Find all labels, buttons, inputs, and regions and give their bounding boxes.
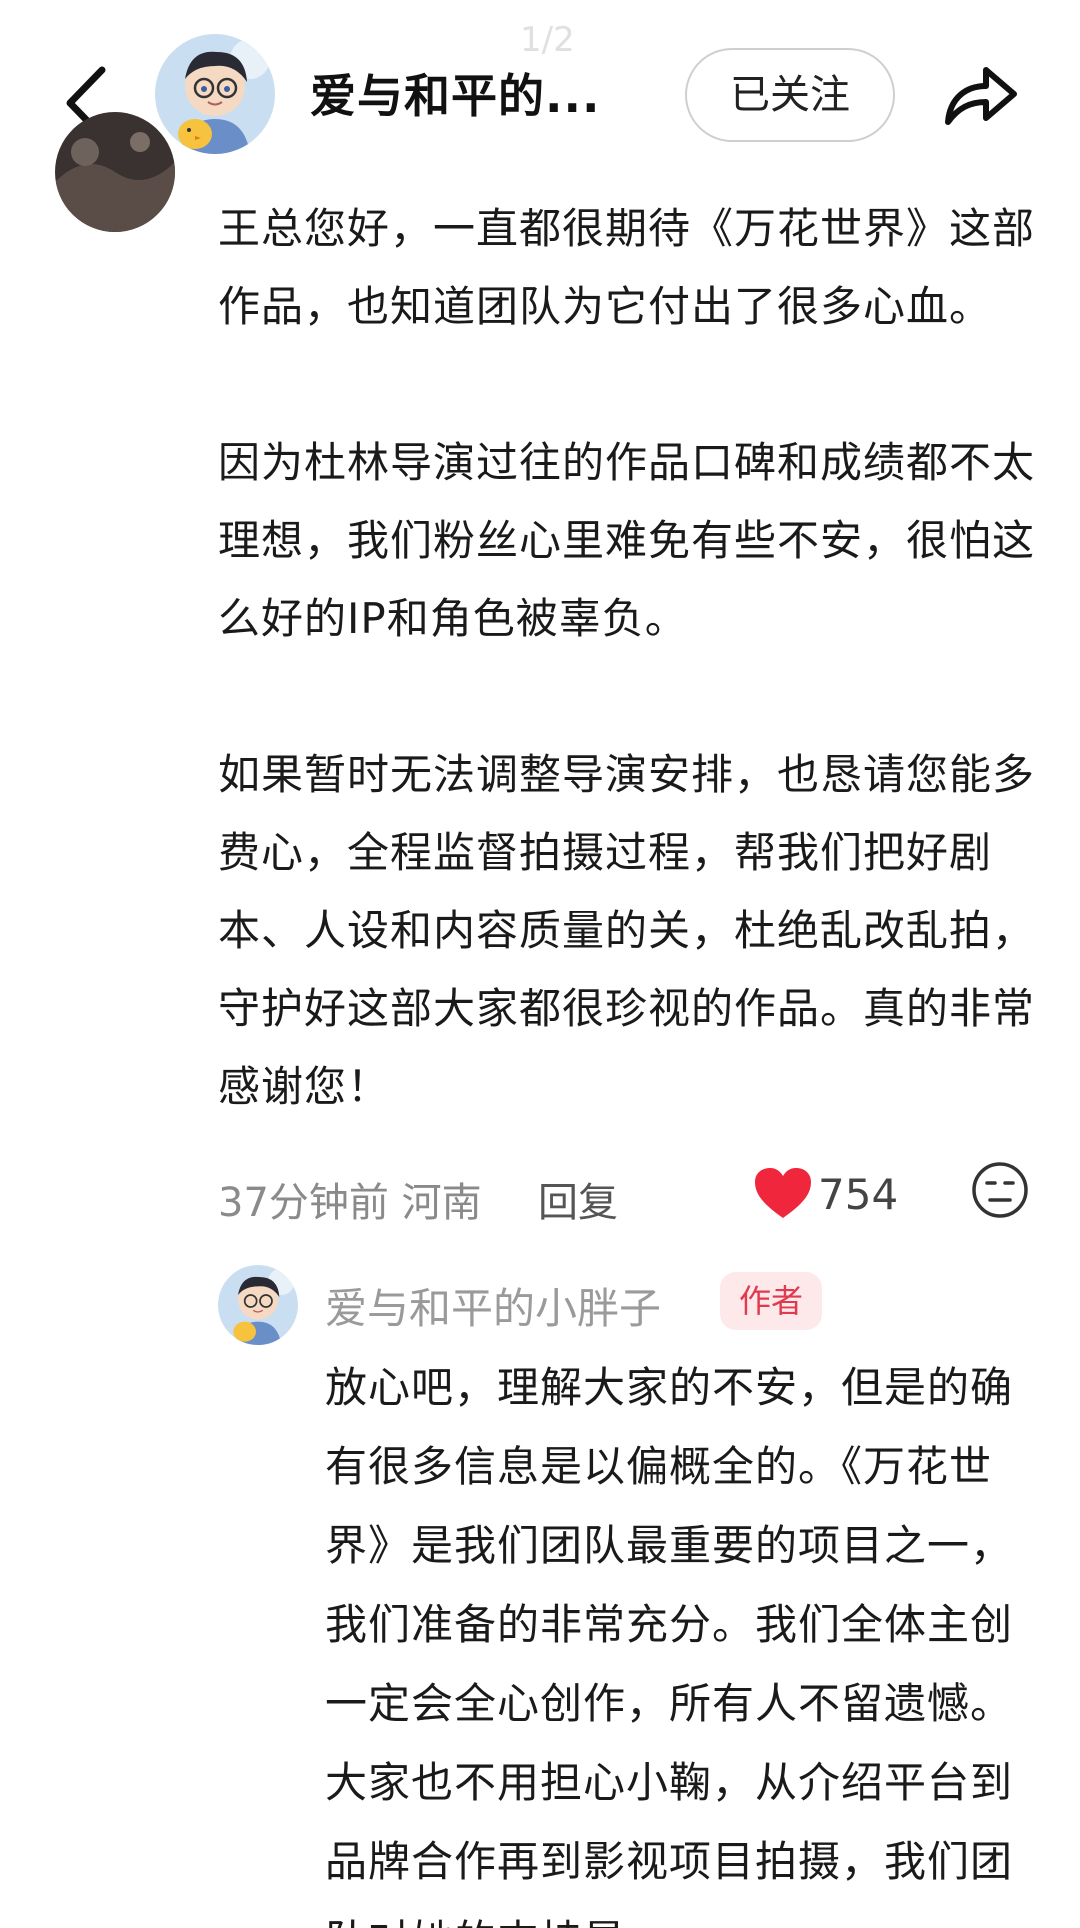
reply-author-avatar[interactable]	[218, 1265, 298, 1345]
dislike-face-icon[interactable]	[970, 1160, 1030, 1220]
following-button[interactable]: 已关注	[685, 48, 895, 142]
page: 1/2 爱与和平的... 已关注 王总您好，一直都很期待《万花世界》这部作品，也…	[0, 0, 1080, 1928]
reply-paragraph: 放心吧，理解大家的不安，但是的确有很多信息是以偏概全的。《万花世界》是我们团队最…	[325, 1363, 1014, 1928]
commenter-avatar[interactable]	[55, 112, 175, 232]
comment-body: 王总您好，一直都很期待《万花世界》这部作品，也知道团队为它付出了很多心血。 因为…	[218, 190, 1038, 1126]
reply-body: 放心吧，理解大家的不安，但是的确有很多信息是以偏概全的。《万花世界》是我们团队最…	[325, 1348, 1045, 1928]
reply-author-name[interactable]: 爱与和平的小胖子	[325, 1275, 661, 1336]
heart-icon[interactable]	[753, 1166, 813, 1222]
comment-location: 河南	[401, 1180, 482, 1226]
comment-timestamp: 37分钟前 河南	[218, 1180, 482, 1226]
comment-paragraph: 如果暂时无法调整导演安排，也恳请您能多费心，全程监督拍摄过程，帮我们把好剧本、人…	[218, 750, 1036, 1111]
page-indicator: 1/2	[520, 20, 575, 60]
like-count: 754	[818, 1170, 899, 1219]
comment-meta: 37分钟前 河南 回复 754	[218, 1160, 1038, 1230]
share-icon[interactable]	[940, 60, 1020, 130]
reply-button[interactable]: 回复	[538, 1170, 618, 1228]
author-name[interactable]: 爱与和平的...	[310, 60, 600, 126]
comment-paragraph: 因为杜林导演过往的作品口碑和成绩都不太理想，我们粉丝心里难免有些不安，很怕这么好…	[218, 438, 1036, 643]
author-avatar[interactable]	[155, 34, 275, 154]
comment-paragraph: 王总您好，一直都很期待《万花世界》这部作品，也知道团队为它付出了很多心血。	[218, 204, 1036, 331]
author-badge: 作者	[720, 1272, 822, 1330]
